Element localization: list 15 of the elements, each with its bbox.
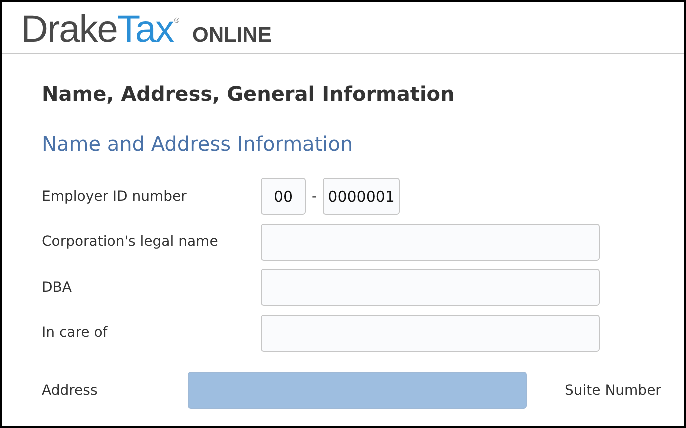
field-label: In care of [42,325,109,341]
field-label: Corporation's legal name [42,234,220,250]
page-title: Name, Address, General Information [42,82,456,106]
ein-prefix-field[interactable]: 00 [261,178,306,215]
ein-separator: - [312,188,318,204]
text-field[interactable] [261,224,600,260]
text-field[interactable] [261,314,600,352]
section-title: Name and Address Information [42,132,354,156]
field-label: Suite Number [565,382,662,398]
text-field[interactable] [261,269,600,306]
field-label: Employer ID number [42,188,188,204]
address-field[interactable] [188,372,527,409]
field-label: DBA [42,280,73,296]
ein-suffix-field[interactable]: 0000001 [323,178,400,215]
field-label: Address [42,382,99,398]
